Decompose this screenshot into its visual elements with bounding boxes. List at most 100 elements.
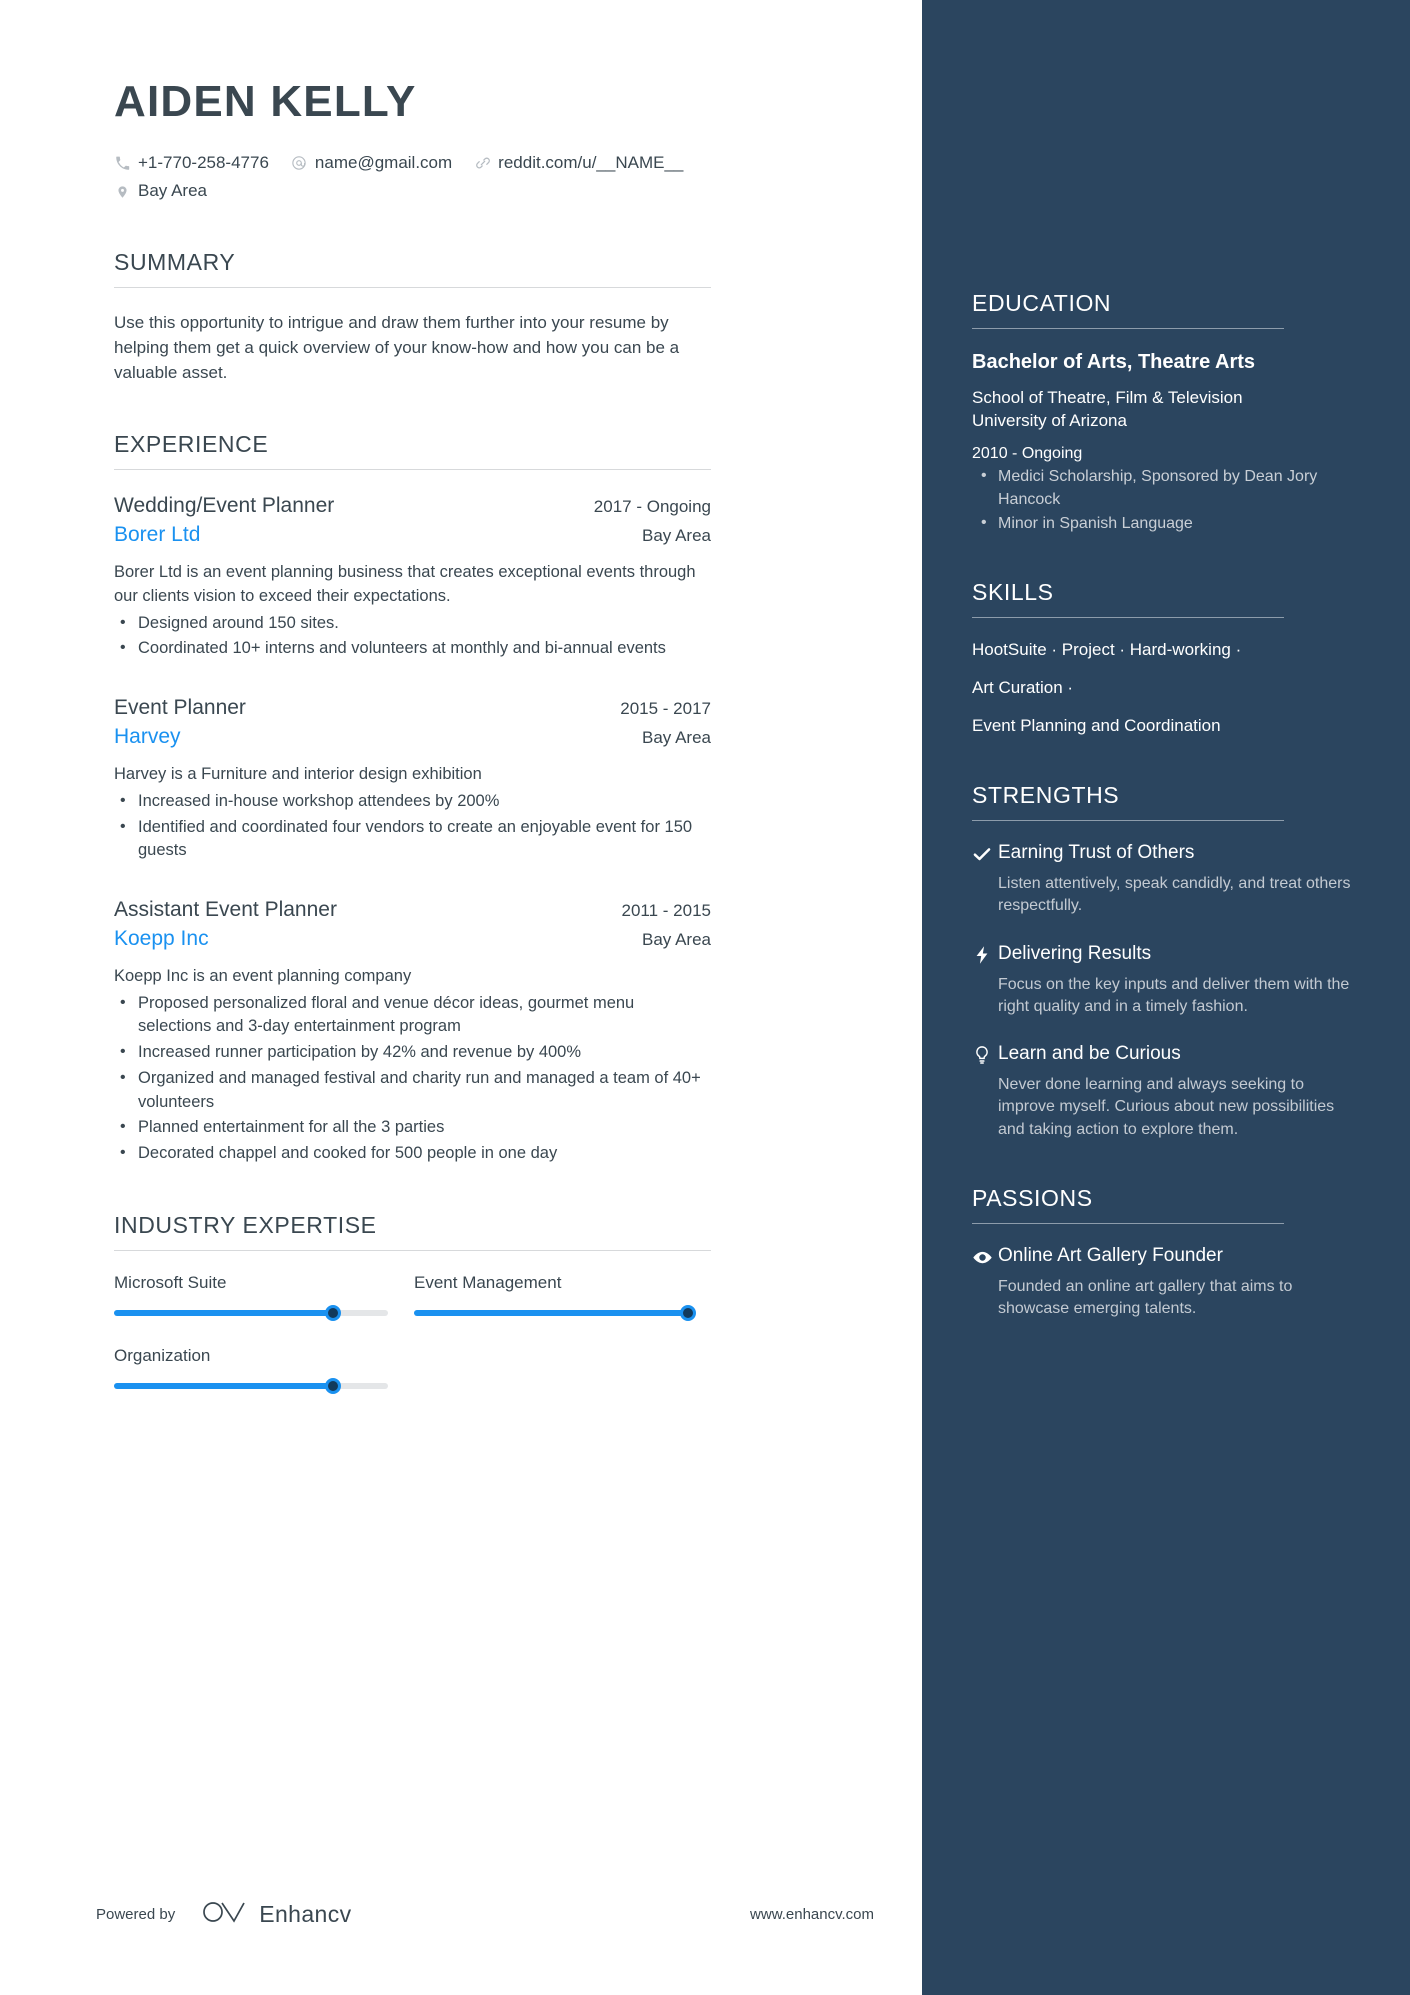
- job-company-row: Koepp Inc Bay Area: [114, 924, 711, 953]
- job-bullet: Organized and managed festival and chari…: [114, 1066, 711, 1115]
- section-passions: PASSIONS Online Art Gallery Founder Foun…: [972, 1185, 1360, 1320]
- enhancv-brand-text: Enhancv: [259, 1901, 352, 1927]
- job-date: 2015 - 2017: [620, 699, 711, 719]
- education-divider: [972, 328, 1284, 329]
- passions-heading: PASSIONS: [972, 1185, 1093, 1212]
- passion-title: Online Art Gallery Founder: [998, 1245, 1223, 1267]
- job-bullet: Proposed personalized floral and venue d…: [114, 991, 711, 1040]
- job-title-row: Wedding/Event Planner 2017 - Ongoing: [114, 492, 711, 520]
- strengths-heading: STRENGTHS: [972, 782, 1120, 809]
- section-strengths: STRENGTHS Earning Trust of Others Listen…: [972, 782, 1360, 1141]
- job-company[interactable]: Harvey: [114, 722, 181, 751]
- job-location: Bay Area: [642, 728, 711, 748]
- section-education: EDUCATION Bachelor of Arts, Theatre Arts…: [972, 290, 1360, 535]
- contact-phone[interactable]: +1-770-258-4776: [114, 152, 269, 174]
- passion-description: Founded an online art gallery that aims …: [998, 1277, 1293, 1318]
- contact-phone-text: +1-770-258-4776: [138, 153, 269, 173]
- job-title-row: Assistant Event Planner 2011 - 2015: [114, 896, 711, 924]
- expertise-label: Organization: [114, 1345, 211, 1365]
- slider-knob[interactable]: [325, 1377, 342, 1394]
- strength-description: Never done learning and always seeking t…: [998, 1075, 1335, 1138]
- expertise-item: Organization: [114, 1345, 414, 1394]
- job-date: 2017 - Ongoing: [593, 497, 711, 517]
- education-heading: EDUCATION: [972, 290, 1112, 316]
- skills-line: Art Curation ·: [972, 678, 1074, 698]
- expertise-label: Event Management: [414, 1272, 562, 1292]
- email-icon: [291, 155, 308, 172]
- education-bullet: Minor in Spanish Language: [972, 512, 1360, 535]
- experience-entry: Event Planner 2015 - 2017 Harvey Bay Are…: [114, 694, 711, 863]
- check-icon: [972, 841, 998, 917]
- contact-line-2: Bay Area: [114, 180, 922, 202]
- job-bullets: Designed around 150 sites. Coordinated 1…: [114, 611, 711, 662]
- strength-entry: Learn and be Curious Never done learning…: [972, 1042, 1360, 1141]
- lightning-bolt-icon: [972, 942, 998, 1018]
- skills-divider: [972, 617, 1284, 619]
- passion-entry: Online Art Gallery Founder Founded an on…: [972, 1244, 1360, 1320]
- strength-entry: Delivering Results Focus on the key inpu…: [972, 942, 1360, 1018]
- contact-location: Bay Area: [114, 180, 207, 202]
- experience-entry: Assistant Event Planner 2011 - 2015 Koep…: [114, 896, 711, 1166]
- section-experience: EXPERIENCE Wedding/Event Planner 2017 - …: [114, 431, 922, 1166]
- job-bullet: Planned entertainment for all the 3 part…: [114, 1115, 711, 1140]
- expertise-slider[interactable]: [114, 1377, 388, 1394]
- job-bullets: Proposed personalized floral and venue d…: [114, 991, 711, 1166]
- summary-heading: SUMMARY: [114, 248, 236, 275]
- enhancv-logo: Enhancv: [201, 1900, 351, 1929]
- expertise-item: Event Management: [414, 1272, 714, 1321]
- phone-icon: [114, 155, 131, 172]
- experience-heading: EXPERIENCE: [114, 431, 269, 458]
- strength-body: Learn and be Curious Never done learning…: [998, 1042, 1360, 1141]
- powered-by-label: Powered by: [96, 1906, 176, 1923]
- main-column: AIDEN KELLY +1-770-258-4776 name@gmail.c…: [0, 0, 922, 1995]
- passion-body: Online Art Gallery Founder Founded an on…: [998, 1244, 1360, 1320]
- job-bullet: Increased runner participation by 42% an…: [114, 1040, 711, 1065]
- sidebar: EDUCATION Bachelor of Arts, Theatre Arts…: [922, 0, 1410, 1995]
- slider-fill: [414, 1309, 688, 1316]
- experience-entry: Wedding/Event Planner 2017 - Ongoing Bor…: [114, 492, 711, 661]
- job-description: Harvey is a Furniture and interior desig…: [114, 764, 482, 783]
- contact-info: +1-770-258-4776 name@gmail.com reddit.co…: [114, 152, 922, 202]
- location-pin-icon: [114, 183, 131, 200]
- job-description: Koepp Inc is an event planning company: [114, 966, 412, 985]
- section-industry-expertise: INDUSTRY EXPERTISE Microsoft Suite Event…: [114, 1212, 922, 1419]
- strengths-divider: [972, 820, 1284, 822]
- expertise-slider[interactable]: [114, 1304, 388, 1321]
- strength-body: Earning Trust of Others Listen attentive…: [998, 841, 1360, 917]
- job-bullet: Identified and coordinated four vendors …: [114, 815, 711, 864]
- job-bullet: Designed around 150 sites.: [114, 611, 711, 636]
- expertise-slider[interactable]: [414, 1304, 696, 1321]
- lightbulb-icon: [972, 1042, 998, 1141]
- slider-knob[interactable]: [325, 1304, 342, 1321]
- job-bullet: Increased in-house workshop attendees by…: [114, 789, 711, 814]
- job-location: Bay Area: [642, 526, 711, 546]
- education-school: School of Theatre, Film & Television Uni…: [972, 388, 1243, 430]
- contact-website-text: reddit.com/u/__NAME__: [498, 153, 684, 173]
- education-date: 2010 - Ongoing: [972, 445, 1083, 463]
- job-company[interactable]: Koepp Inc: [114, 924, 209, 953]
- contact-email[interactable]: name@gmail.com: [291, 152, 452, 174]
- experience-divider: [114, 469, 711, 471]
- job-bullet: Coordinated 10+ interns and volunteers a…: [114, 636, 711, 661]
- job-bullets: Increased in-house workshop attendees by…: [114, 789, 711, 864]
- job-company[interactable]: Borer Ltd: [114, 520, 200, 549]
- slider-fill: [114, 1382, 334, 1389]
- job-title: Assistant Event Planner: [114, 898, 337, 922]
- summary-text: Use this opportunity to intrigue and dra…: [114, 312, 680, 382]
- strength-title: Earning Trust of Others: [998, 842, 1195, 864]
- eye-icon: [972, 1244, 998, 1320]
- passions-divider: [972, 1223, 1284, 1225]
- footer-url[interactable]: www.enhancv.com: [750, 1906, 886, 1923]
- job-title: Wedding/Event Planner: [114, 494, 335, 518]
- strength-title: Learn and be Curious: [998, 1043, 1181, 1065]
- job-company-row: Borer Ltd Bay Area: [114, 520, 711, 549]
- contact-location-text: Bay Area: [138, 181, 207, 201]
- industry-expertise-divider: [114, 1249, 711, 1251]
- summary-divider: [114, 286, 711, 288]
- skills-heading: SKILLS: [972, 579, 1054, 606]
- infinity-logo-icon: [201, 1900, 247, 1929]
- job-title: Event Planner: [114, 696, 246, 720]
- contact-website[interactable]: reddit.com/u/__NAME__: [474, 152, 683, 174]
- education-bullet: Medici Scholarship, Sponsored by Dean Jo…: [972, 465, 1360, 511]
- slider-knob[interactable]: [680, 1304, 696, 1321]
